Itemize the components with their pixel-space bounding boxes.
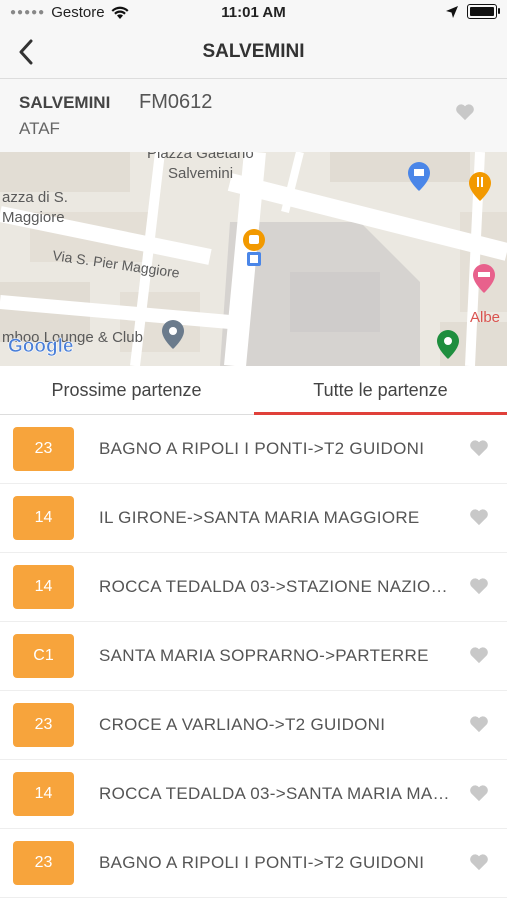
route-label: ROCCA TEDALDA 03->SANTA MARIA MAGGIORE — [99, 784, 451, 803]
list-item[interactable]: 23 BAGNO A RIPOLI I PONTI->T2 GUIDONI — [0, 415, 507, 484]
heart-icon[interactable] — [469, 577, 489, 595]
list-item[interactable]: 14 ROCCA TEDALDA 03->STAZIONE NAZIONALE — [0, 553, 507, 622]
heart-icon[interactable] — [469, 439, 489, 457]
map-label-piazza: Piazza Gaetano — [147, 152, 254, 162]
tab-all-departures[interactable]: Tutte le partenze — [254, 366, 507, 415]
route-label: CROCE A VARLIANO->T2 GUIDONI — [99, 715, 386, 734]
favorite-stop-heart-icon[interactable] — [455, 103, 475, 121]
tab-next-departures[interactable]: Prossime partenze — [0, 366, 253, 414]
line-badge: 23 — [13, 703, 74, 747]
heart-icon[interactable] — [469, 508, 489, 526]
heart-icon[interactable] — [469, 853, 489, 871]
list-item[interactable]: 14 IL GIRONE->SANTA MARIA MAGGIORE — [0, 484, 507, 553]
map-label-piazza-s: azza di S. — [2, 189, 68, 206]
map-view[interactable]: Piazza Gaetano Salvemini azza di S. Magg… — [0, 152, 507, 366]
line-badge: 23 — [13, 427, 74, 471]
list-item[interactable]: 23 CROCE A VARLIANO->T2 GUIDONI — [0, 691, 507, 760]
google-logo: Google — [8, 336, 73, 357]
departures-tabs: Prossime partenze Tutte le partenze — [0, 366, 507, 415]
stop-info-header: SALVEMINI FM0612 ATAF — [0, 79, 507, 152]
line-badge: 23 — [13, 841, 74, 885]
location-arrow-icon — [446, 5, 458, 18]
route-label: BAGNO A RIPOLI I PONTI->T2 GUIDONI — [99, 439, 425, 458]
route-label: BAGNO A RIPOLI I PONTI->T2 GUIDONI — [99, 853, 425, 872]
heart-icon[interactable] — [469, 646, 489, 664]
stop-name: SALVEMINI — [19, 93, 111, 112]
line-badge: 14 — [13, 565, 74, 609]
map-label-salvemini: Salvemini — [168, 165, 233, 182]
page-title: SALVEMINI — [202, 41, 305, 62]
clock: 11:01 AM — [221, 4, 286, 21]
battery-icon — [467, 4, 500, 19]
map-canvas: Piazza Gaetano Salvemini azza di S. Magg… — [0, 152, 507, 366]
route-label: IL GIRONE->SANTA MARIA MAGGIORE — [99, 508, 420, 527]
departures-list: 23 BAGNO A RIPOLI I PONTI->T2 GUIDONI 14… — [0, 415, 507, 898]
list-item[interactable]: C1 SANTA MARIA SOPRARNO->PARTERRE — [0, 622, 507, 691]
line-badge: C1 — [13, 634, 74, 678]
list-item[interactable]: 23 BAGNO A RIPOLI I PONTI->T2 GUIDONI — [0, 829, 507, 898]
status-icons — [445, 4, 500, 19]
navigation-bar: SALVEMINI — [0, 26, 507, 79]
stop-code: FM0612 — [139, 91, 213, 113]
line-badge: 14 — [13, 772, 74, 816]
stop-operator: ATAF — [19, 119, 60, 138]
route-label: SANTA MARIA SOPRARNO->PARTERRE — [99, 646, 429, 665]
route-label: ROCCA TEDALDA 03->STAZIONE NAZIONALE — [99, 577, 451, 596]
map-label-maggiore: Maggiore — [2, 209, 65, 226]
map-label-alber: Albe — [470, 309, 500, 326]
heart-icon[interactable] — [469, 784, 489, 802]
heart-icon[interactable] — [469, 715, 489, 733]
status-bar: ●●●●● Gestore 11:01 AM — [0, 0, 507, 26]
line-badge: 14 — [13, 496, 74, 540]
list-item[interactable]: 14 ROCCA TEDALDA 03->SANTA MARIA MAGGIOR… — [0, 760, 507, 829]
